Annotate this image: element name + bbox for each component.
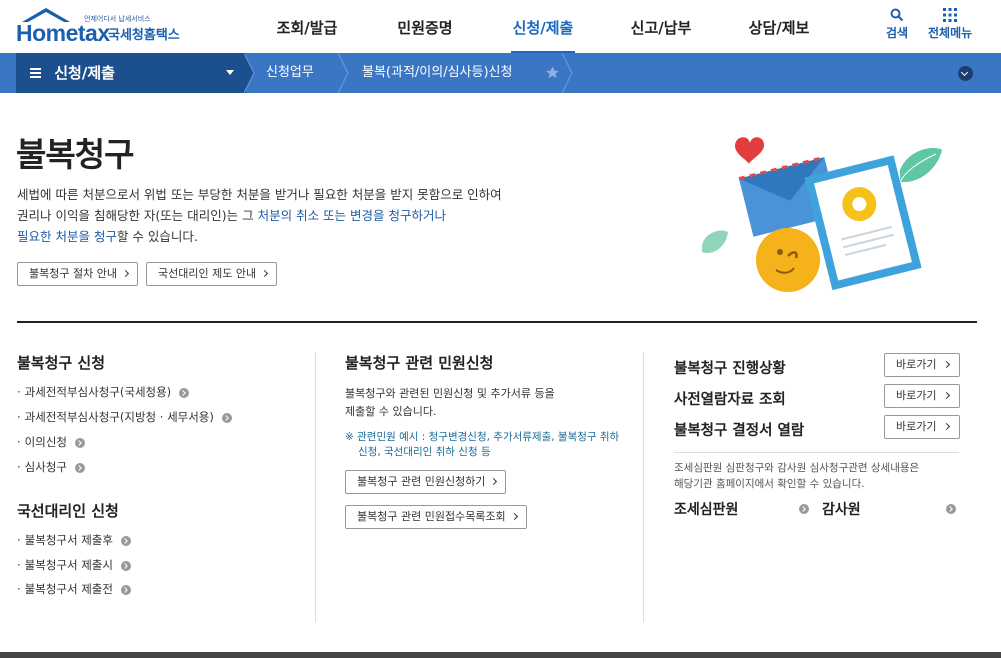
- breadcrumb-separator-icon: [244, 53, 255, 93]
- related-civil-apply-button[interactable]: 불복청구 관련 민원신청하기: [345, 470, 507, 494]
- arrow-right-icon: [120, 584, 131, 595]
- desc-line-3-highlight: 필요한 처분을 청구: [17, 229, 117, 244]
- breadcrumb-separator-icon: [338, 53, 349, 93]
- caret-down-icon: [226, 70, 234, 75]
- audit-board-link[interactable]: 감사원: [822, 499, 861, 519]
- arrow-right-icon: [74, 462, 85, 473]
- search-label: 검색: [886, 26, 909, 40]
- arrow-right-icon[interactable]: [946, 504, 956, 514]
- nav-category-label: 신청/제출: [54, 64, 115, 82]
- desc-line-3b: 할 수 있습니다.: [116, 229, 198, 244]
- appeal-progress-go-button[interactable]: 바로가기: [884, 353, 960, 377]
- pre-view-data-go-button[interactable]: 바로가기: [884, 384, 960, 408]
- link-agent-before-submit[interactable]: 불복청구서 제출전: [17, 581, 131, 597]
- link-agent-at-submit-label: 불복청구서 제출시: [24, 558, 113, 572]
- public-agent-guide-button[interactable]: 국선대리인 제도 안내: [146, 262, 278, 286]
- all-menu-label: 전체메뉴: [928, 26, 973, 40]
- gnb-certificate[interactable]: 민원증명: [366, 17, 484, 53]
- gnb-inquiry[interactable]: 조회/발급: [248, 17, 366, 53]
- logo-subtitle: 국세청홈택스: [108, 28, 180, 43]
- link-objection-label: 이의신청: [24, 435, 67, 449]
- hometax-logo[interactable]: 언제어디서 납세서비스 Hometax 국세청홈택스: [16, 6, 206, 46]
- nav-category-dropdown[interactable]: 신청/제출: [16, 53, 246, 93]
- all-menu-button[interactable]: 전체메뉴: [928, 8, 972, 41]
- related-civil-note-1: ※ 관련민원 예시 : 청구변경신청, 추가서류제출, 불복청구 취하: [345, 431, 620, 443]
- related-civil-list-button[interactable]: 불복청구 관련 민원접수목록조회: [345, 505, 527, 529]
- footer-bar: [0, 652, 1001, 658]
- related-civil-note-2: 신청, 국선대리인 취하 신청 등: [358, 446, 491, 458]
- expand-location-icon[interactable]: [958, 66, 973, 81]
- top-header: 언제어디서 납세서비스 Hometax 국세청홈택스 조회/발급 민원증명 신청…: [0, 0, 1001, 54]
- public-agent-heading: 국선대리인 신청: [17, 502, 119, 520]
- gnb-consult[interactable]: 상담/제보: [720, 17, 838, 53]
- link-review-request[interactable]: 심사청구: [17, 459, 85, 475]
- pre-view-data-title: 사전열람자료 조회: [674, 392, 786, 408]
- arrow-right-icon: [221, 412, 232, 423]
- tax-tribunal-link[interactable]: 조세심판원: [674, 499, 738, 519]
- arrow-right-icon[interactable]: [799, 504, 809, 514]
- desc-line-3: 필요한 처분을 청구할 수 있습니다.: [17, 226, 577, 247]
- section-divider: [17, 321, 977, 323]
- location-bar: 신청/제출 신청업무 불복(과적/이의/심사등)신청: [0, 53, 1001, 93]
- related-civil-desc-1: 불복청구와 관련된 민원신청 및 추가서류 등을: [345, 387, 555, 400]
- page-description: 세법에 따른 처분으로서 위법 또는 부당한 처분을 받거나 필요한 처분을 받…: [17, 184, 577, 247]
- related-civil-desc-2: 제출할 수 있습니다.: [345, 405, 437, 418]
- gnb-report-pay[interactable]: 신고/납부: [602, 17, 720, 53]
- link-agent-before-submit-label: 불복청구서 제출전: [24, 582, 113, 596]
- grid-menu-icon: [943, 8, 958, 22]
- link-pre-assessment-regional-label: 과세전적부심사청구(지방청 · 세무서용): [24, 410, 214, 424]
- thin-divider: [674, 452, 959, 453]
- appeal-progress-title: 불복청구 진행상황: [674, 361, 786, 377]
- link-agent-after-submit-label: 불복청구서 제출후: [24, 533, 113, 547]
- page-title: 불복청구: [16, 135, 134, 174]
- global-nav: 조회/발급 민원증명 신청/제출 신고/납부 상담/제보: [248, 17, 838, 54]
- desc-line-1: 세법에 따른 처분으로서 위법 또는 부당한 처분을 받거나 필요한 처분을 받…: [17, 187, 502, 202]
- external-info-line-2: 해당기관 홈페이지에서 확인할 수 있습니다.: [674, 478, 865, 490]
- link-objection[interactable]: 이의신청: [17, 434, 85, 450]
- arrow-right-icon: [120, 535, 131, 546]
- decision-view-title: 불복청구 결정서 열람: [674, 423, 805, 439]
- arrow-right-icon: [179, 387, 190, 398]
- search-icon: [890, 8, 904, 22]
- breadcrumb-apply-work[interactable]: 신청업무: [266, 53, 314, 93]
- link-agent-after-submit[interactable]: 불복청구서 제출후: [17, 532, 131, 548]
- logo-wordmark: Hometax: [16, 20, 110, 46]
- appeal-illustration: [702, 137, 942, 292]
- search-button[interactable]: 검색: [886, 8, 908, 41]
- column-divider: [643, 352, 644, 622]
- external-info-line-1: 조세심판원 심판청구와 감사원 심사청구관련 상세내용은: [674, 462, 920, 474]
- arrow-right-icon: [74, 437, 85, 448]
- procedure-guide-button[interactable]: 불복청구 절차 안내: [17, 262, 138, 286]
- link-pre-assessment-nts-label: 과세전적부심사청구(국세청용): [24, 385, 172, 399]
- breadcrumb-current-page[interactable]: 불복(과적/이의/심사등)신청: [362, 53, 512, 93]
- gnb-apply-submit[interactable]: 신청/제출: [484, 17, 602, 54]
- desc-line-2-highlight: 처분의 취소 또는 변경을 청구하거나: [257, 208, 447, 223]
- favorite-star-icon[interactable]: [545, 65, 560, 80]
- link-review-request-label: 심사청구: [24, 460, 67, 474]
- appeal-apply-heading: 불복청구 신청: [17, 354, 106, 372]
- arrow-right-icon: [120, 560, 131, 571]
- related-civil-heading: 불복청구 관련 민원신청: [345, 354, 494, 372]
- desc-line-2: 권리나 이익을 침해당한 자(또는 대리인)는 그 처분의 취소 또는 변경을 …: [17, 205, 577, 226]
- hamburger-icon: [30, 53, 41, 93]
- desc-line-2a: 권리나 이익을 침해당한 자(또는 대리인)는 그: [17, 208, 258, 223]
- link-pre-assessment-nts[interactable]: 과세전적부심사청구(국세청용): [17, 384, 190, 400]
- breadcrumb-separator-icon: [562, 53, 573, 93]
- link-pre-assessment-regional[interactable]: 과세전적부심사청구(지방청 · 세무서용): [17, 409, 232, 425]
- column-divider: [315, 352, 316, 622]
- decision-view-go-button[interactable]: 바로가기: [884, 415, 960, 439]
- link-agent-at-submit[interactable]: 불복청구서 제출시: [17, 557, 131, 573]
